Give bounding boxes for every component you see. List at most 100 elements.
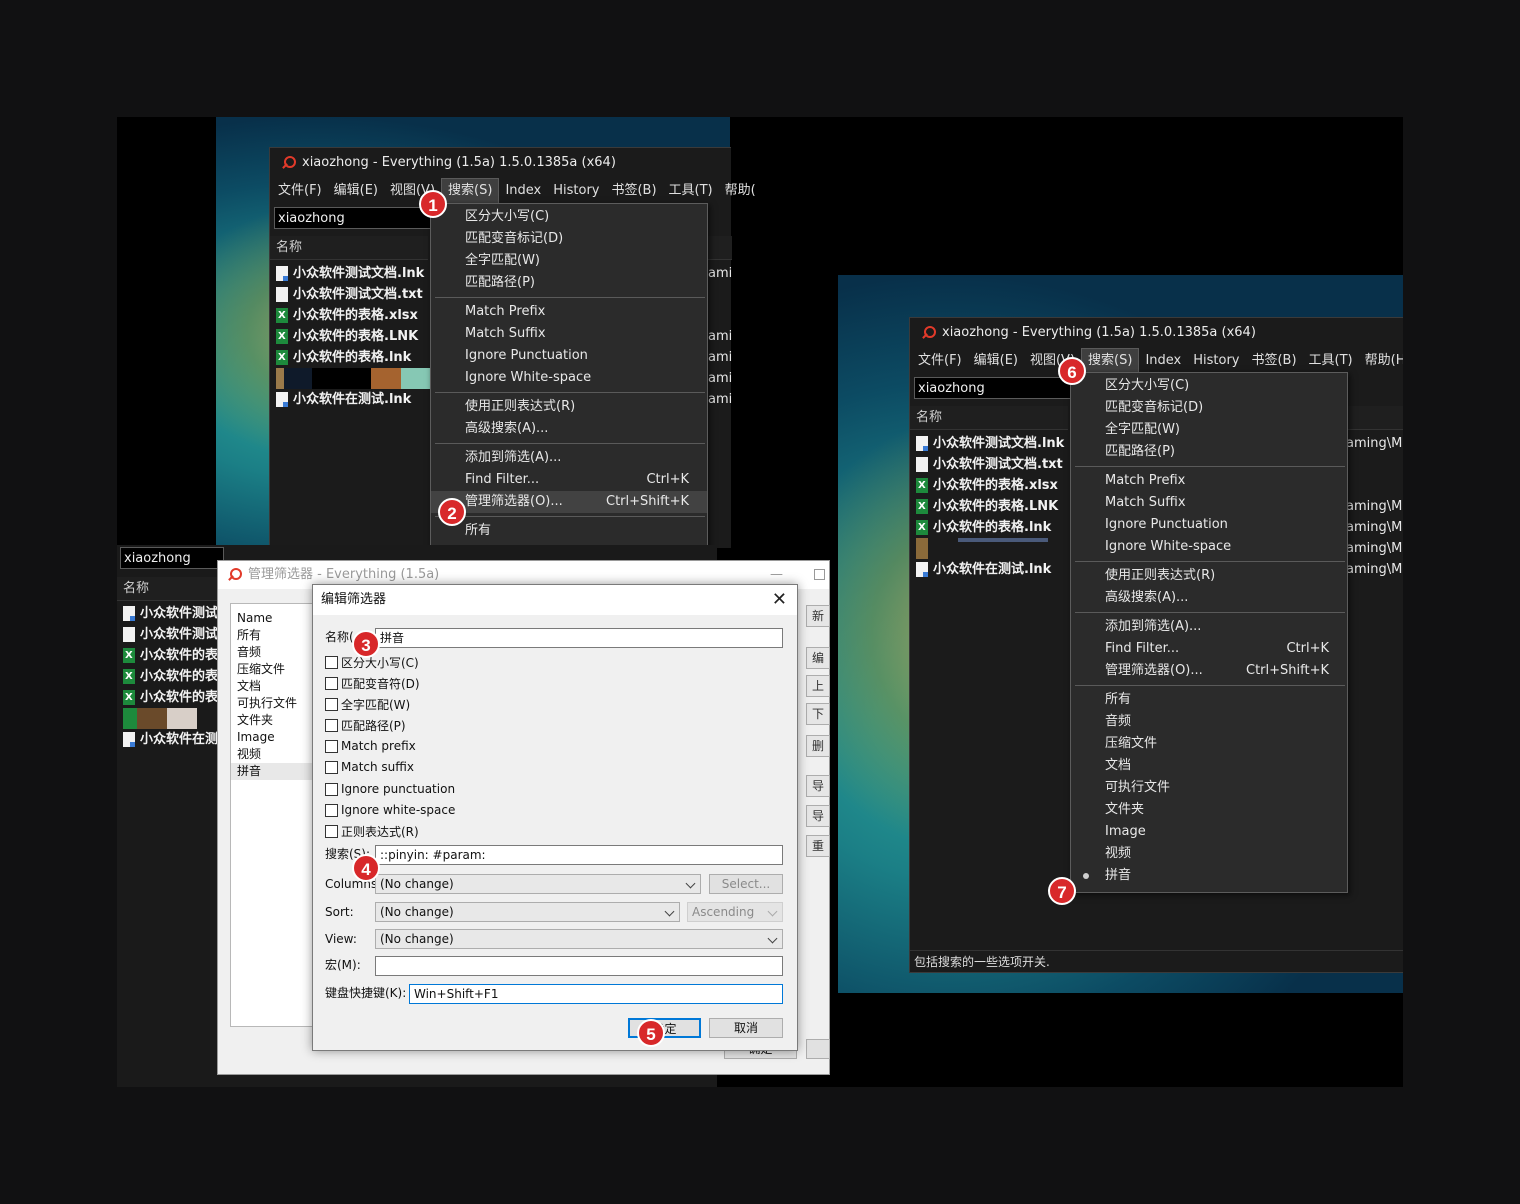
bottom-search-input[interactable]: xiaozhong [120, 547, 224, 569]
checkbox-match-prefix[interactable]: Match prefix [325, 737, 416, 755]
menu-tools[interactable]: 工具(T) [1303, 349, 1359, 373]
menu-file[interactable]: 文件(F) [272, 179, 328, 203]
menu-item-ignore-punctuation[interactable]: Ignore Punctuation [431, 345, 707, 367]
checkbox-box[interactable] [325, 825, 338, 838]
search-field[interactable]: ::pinyin: #param: [375, 845, 783, 865]
list-item[interactable]: 小众软件的表格.lnk [916, 517, 1071, 538]
checkbox-ignore-whitespace[interactable]: Ignore white-space [325, 801, 455, 819]
menu-history[interactable]: History [1187, 349, 1245, 373]
menu-item-find-filter[interactable]: Find Filter...Ctrl+K [431, 469, 707, 491]
menu-item-add-filter[interactable]: 添加到筛选(A)... [431, 447, 707, 469]
right-search-input[interactable]: xiaozhong [914, 377, 1072, 399]
view-select[interactable]: (No change) [375, 929, 783, 949]
menu-item-advanced-search[interactable]: 高级搜索(A)... [1071, 587, 1347, 609]
menu-item-diacritics[interactable]: 匹配变音标记(D) [1071, 397, 1347, 419]
sort-order-select[interactable]: Ascending [687, 902, 783, 922]
list-item[interactable]: 小众软件在测试.lnk [916, 559, 1071, 580]
import-button[interactable]: 导 [806, 775, 830, 797]
menu-file[interactable]: 文件(F) [912, 349, 968, 373]
menu-history[interactable]: History [547, 179, 605, 203]
left-column-header-name[interactable]: 名称 [270, 236, 428, 260]
list-item[interactable]: 小众软件测试文档.txt [276, 284, 431, 305]
menu-item-filter-video[interactable]: 视频 [1071, 843, 1347, 865]
list-item[interactable]: 小众软件测试文档.lnk [276, 263, 431, 284]
list-item[interactable]: 小众软件的表格.xlsx [276, 305, 431, 326]
checkbox-box[interactable] [325, 761, 338, 774]
list-item[interactable]: 小众软件的表格.lnk [276, 347, 431, 368]
manage-cancel-button[interactable] [806, 1039, 830, 1059]
checkbox-ignore-punctuation[interactable]: Ignore punctuation [325, 780, 455, 798]
new-filter-button[interactable]: 新 [806, 605, 830, 627]
menu-item-diacritics[interactable]: 匹配变音标记(D) [431, 228, 707, 250]
menu-item-filter-image[interactable]: Image [1071, 821, 1347, 843]
menu-edit[interactable]: 编辑(E) [328, 179, 384, 203]
list-item[interactable]: 小众软件的表 [123, 645, 223, 666]
list-item[interactable]: 小众软件的表格.LNK [916, 496, 1071, 517]
menu-search[interactable]: 搜索(S) [1081, 348, 1139, 374]
menu-item-manage-filters[interactable]: 管理筛选器(O)...Ctrl+Shift+K [1071, 660, 1347, 682]
menu-help[interactable]: 帮助(H) [1359, 349, 1403, 373]
checkbox-box[interactable] [325, 698, 338, 711]
list-item[interactable]: 小众软件测试 [123, 603, 223, 624]
menu-item-match-prefix[interactable]: Match Prefix [1071, 470, 1347, 492]
list-item[interactable]: 小众软件测试文档.txt [916, 454, 1071, 475]
menu-item-advanced-search[interactable]: 高级搜索(A)... [431, 418, 707, 440]
checkbox-box[interactable] [325, 656, 338, 669]
name-field[interactable]: 拼音 [375, 628, 783, 648]
menu-item-whole-word[interactable]: 全字匹配(W) [1071, 419, 1347, 441]
list-item[interactable]: 小众软件在测 [123, 729, 223, 750]
menu-item-case[interactable]: 区分大小写(C) [1071, 375, 1347, 397]
menu-item-filter-pinyin[interactable]: 拼音 [1071, 865, 1347, 887]
checkbox-diacritics[interactable]: 匹配变音符(D) [325, 674, 420, 692]
list-item[interactable]: 小众软件测试 [123, 624, 223, 645]
menu-item-match-prefix[interactable]: Match Prefix [431, 301, 707, 323]
list-item[interactable]: 小众软件的表 [123, 687, 223, 708]
menu-item-regex[interactable]: 使用正则表达式(R) [1071, 565, 1347, 587]
menu-item-ignore-whitespace[interactable]: Ignore White-space [1071, 536, 1347, 558]
menu-item-filter-archive[interactable]: 压缩文件 [1071, 733, 1347, 755]
right-column-header-name[interactable]: 名称 [910, 406, 1068, 430]
menu-bookmarks[interactable]: 书签(B) [605, 179, 662, 203]
menu-help[interactable]: 帮助( [719, 179, 762, 203]
macro-field[interactable] [375, 956, 783, 976]
menu-search[interactable]: 搜索(S) [441, 178, 499, 204]
menu-item-filter-document[interactable]: 文档 [1071, 755, 1347, 777]
close-icon[interactable]: ✕ [772, 585, 787, 615]
bottom-column-header-name[interactable]: 名称 [117, 577, 221, 601]
checkbox-match-path[interactable]: 匹配路径(P) [325, 716, 406, 734]
list-item[interactable]: 小众软件测试文档.lnk [916, 433, 1071, 454]
checkbox-box[interactable] [325, 719, 338, 732]
hotkey-field[interactable]: Win+Shift+F1 [409, 984, 783, 1004]
menu-item-filter-audio[interactable]: 音频 [1071, 711, 1347, 733]
menu-item-ignore-punctuation[interactable]: Ignore Punctuation [1071, 514, 1347, 536]
menu-item-regex[interactable]: 使用正则表达式(R) [431, 396, 707, 418]
menu-item-manage-filters[interactable]: 管理筛选器(O)...Ctrl+Shift+K [431, 491, 707, 513]
checkbox-whole-word[interactable]: 全字匹配(W) [325, 695, 410, 713]
menu-item-filter-folder[interactable]: 文件夹 [1071, 799, 1347, 821]
menu-item-ignore-whitespace[interactable]: Ignore White-space [431, 367, 707, 389]
list-item[interactable]: 小众软件的表格.LNK [276, 326, 431, 347]
checkbox-regex[interactable]: 正则表达式(R) [325, 822, 419, 840]
menu-item-match-path[interactable]: 匹配路径(P) [431, 272, 707, 294]
cancel-button[interactable]: 取消 [709, 1018, 783, 1038]
menu-item-match-suffix[interactable]: Match Suffix [1071, 492, 1347, 514]
menu-item-find-filter[interactable]: Find Filter...Ctrl+K [1071, 638, 1347, 660]
menu-item-whole-word[interactable]: 全字匹配(W) [431, 250, 707, 272]
checkbox-box[interactable] [325, 804, 338, 817]
menu-edit[interactable]: 编辑(E) [968, 349, 1024, 373]
menu-item-filter-all[interactable]: 所有 [1071, 689, 1347, 711]
select-columns-button[interactable]: Select... [709, 874, 783, 894]
menu-bookmarks[interactable]: 书签(B) [1245, 349, 1302, 373]
menu-item-filter-all[interactable]: 所有 [431, 520, 707, 542]
left-search-input[interactable]: xiaozhong [274, 207, 432, 229]
checkbox-box[interactable] [325, 740, 338, 753]
menu-index[interactable]: Index [499, 179, 547, 203]
columns-select[interactable]: (No change) [375, 874, 701, 894]
menu-item-add-filter[interactable]: 添加到筛选(A)... [1071, 616, 1347, 638]
left-column-header-path[interactable] [706, 236, 732, 260]
checkbox-box[interactable] [325, 783, 338, 796]
reset-button[interactable]: 重 [806, 835, 830, 857]
maximize-icon[interactable] [814, 569, 825, 580]
checkbox-box[interactable] [325, 677, 338, 690]
menu-item-match-suffix[interactable]: Match Suffix [431, 323, 707, 345]
